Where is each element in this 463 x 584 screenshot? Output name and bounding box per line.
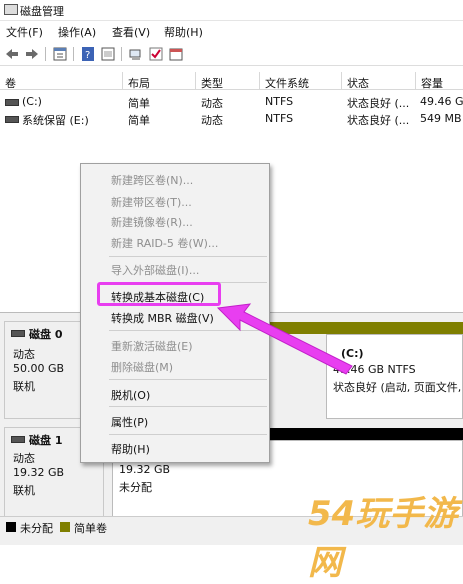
volume-type: 动态 [201,97,223,110]
calendar-icon[interactable] [168,46,184,62]
forward-arrow-icon[interactable] [24,46,40,62]
toolbar: ? [0,43,463,66]
highlight-box [97,282,221,306]
connect-icon[interactable] [128,46,144,62]
menu-reactivate-disk: 重新激活磁盘(E) [111,340,193,353]
disk-management-icon [4,4,18,15]
disk-state: 联机 [13,380,35,393]
menu-separator [109,406,267,407]
legend-swatch-unallocated [6,522,16,532]
disk-size: 50.00 GB [13,362,65,375]
volume-name: 系统保留 (E:) [22,114,89,127]
partition-status: 状态良好 (启动, 页面文件, [333,381,462,394]
properties-icon[interactable] [52,46,68,62]
svg-text:?: ? [85,50,90,61]
menu-offline[interactable]: 脱机(O) [111,387,150,403]
menu-bar: 文件(F) 操作(A) 查看(V) 帮助(H) [0,21,463,41]
console-icon[interactable] [100,46,116,62]
disk-icon [11,436,25,443]
legend-label-simple: 简单卷 [74,522,107,535]
menu-file[interactable]: 文件(F) [6,24,43,40]
menu-new-raid5-volume: 新建 RAID-5 卷(W)... [111,237,219,250]
menu-properties[interactable]: 属性(P) [111,414,148,430]
toolbar-separator [73,47,74,61]
disk-state: 联机 [13,484,35,497]
drive-icon [5,116,19,123]
menu-convert-to-mbr-disk[interactable]: 转换成 MBR 磁盘(V) [111,310,214,326]
menu-view[interactable]: 查看(V) [112,24,150,40]
volume-layout: 简单 [128,114,150,127]
column-header-filesystem[interactable]: 文件系统 [260,72,342,90]
volume-name: (C:) [22,95,42,108]
volume-fs: NTFS [265,95,294,108]
drive-icon [5,99,19,106]
menu-import-foreign-disks: 导入外部磁盘(I)... [111,264,200,277]
toolbar-separator [121,47,122,61]
disk-size: 19.32 GB [13,466,65,479]
title-bar: 磁盘管理 [0,0,463,21]
watermark-logo: 54玩手游网 [308,494,458,583]
menu-separator [109,256,267,257]
column-header-capacity[interactable]: 容量 [416,72,463,90]
partition-size: 19.32 GB [119,463,171,476]
menu-help[interactable]: 帮助(H) [111,441,150,457]
legend-swatch-simple [60,522,70,532]
partition-status: 未分配 [119,481,152,494]
column-header-layout[interactable]: 布局 [123,72,196,90]
menu-action[interactable]: 操作(A) [58,24,96,40]
volume-status: 状态良好 (... [347,114,410,127]
disk-type: 动态 [13,348,35,361]
disk-name: 磁盘 1 [29,434,63,447]
menu-delete-disk: 删除磁盘(M) [111,361,174,374]
column-header-volume[interactable]: 卷 [0,72,123,90]
volume-capacity: 549 MB [420,112,462,125]
volume-type: 动态 [201,114,223,127]
menu-new-spanned-volume: 新建跨区卷(N)... [111,174,194,187]
column-header-type[interactable]: 类型 [196,72,260,90]
help-icon[interactable]: ? [80,46,96,62]
volume-layout: 简单 [128,97,150,110]
back-arrow-icon[interactable] [4,46,20,62]
menu-new-striped-volume: 新建带区卷(T)... [111,196,192,209]
window-title: 磁盘管理 [20,5,64,18]
menu-separator [109,434,267,435]
volume-status: 状态良好 (... [347,97,410,110]
annotation-arrow-icon [216,303,353,375]
disk-name: 磁盘 0 [29,328,63,341]
column-header-status[interactable]: 状态 [342,72,416,90]
volume-fs: NTFS [265,112,294,125]
disk-type: 动态 [13,452,35,465]
check-icon[interactable] [148,46,164,62]
volume-capacity: 49.46 GB [420,95,463,108]
toolbar-separator [45,47,46,61]
legend-label-unallocated: 未分配 [20,522,53,535]
menu-new-mirrored-volume: 新建镜像卷(R)... [111,216,193,229]
disk-icon [11,330,25,337]
menu-help[interactable]: 帮助(H) [164,24,203,40]
